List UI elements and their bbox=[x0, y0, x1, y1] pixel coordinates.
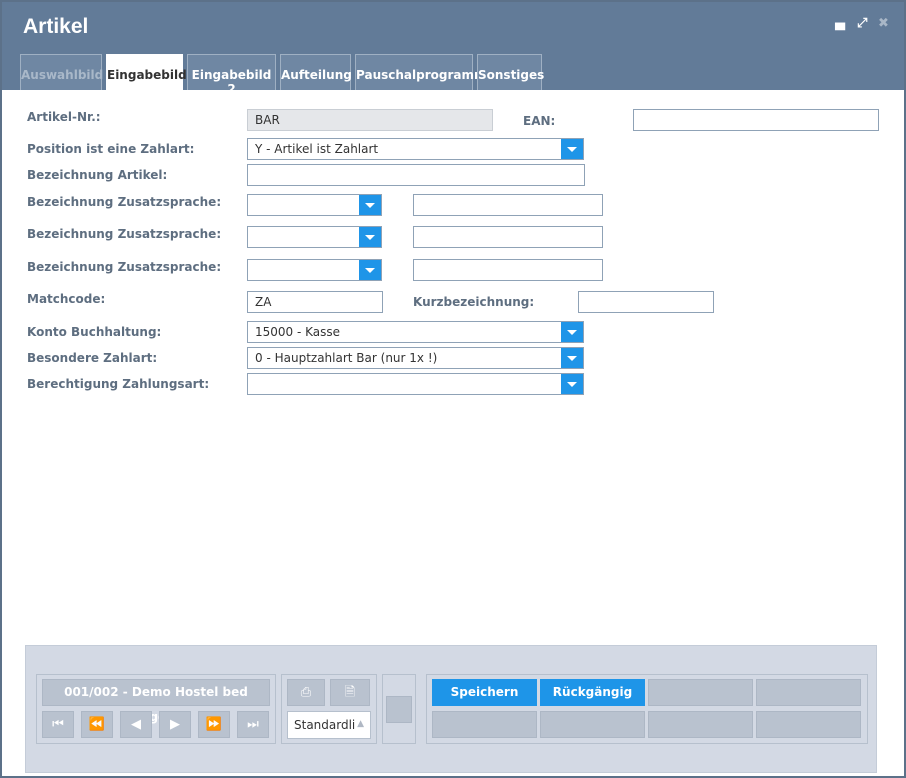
label-kurzbezeichnung: Kurzbezeichnung: bbox=[413, 295, 535, 309]
chevron-down-icon[interactable] bbox=[359, 227, 381, 247]
label-matchcode: Matchcode: bbox=[27, 292, 106, 306]
zahlart-select[interactable]: Y - Artikel ist Zahlart bbox=[247, 138, 584, 160]
action-group: Speichern Rückgängig bbox=[426, 674, 868, 744]
save-button[interactable]: Speichern bbox=[432, 679, 537, 706]
artikel-window: Artikel ▄ ⤢ ✖ Auswahlbild Eingabebild Ei… bbox=[0, 0, 906, 778]
konto-value: 15000 - Kasse bbox=[255, 325, 341, 339]
print-icon[interactable]: ⎙ bbox=[287, 679, 325, 706]
matchcode-field[interactable]: ZA bbox=[247, 291, 383, 313]
minimize-icon[interactable]: ▄ bbox=[835, 16, 845, 31]
label-zusatzsprache-1: Bezeichnung Zusatzsprache: bbox=[27, 195, 222, 209]
action-button-6[interactable] bbox=[540, 711, 645, 738]
label-artikel-nr: Artikel-Nr.: bbox=[27, 110, 101, 124]
zahlart-value: Y - Artikel ist Zahlart bbox=[255, 142, 379, 156]
konto-select[interactable]: 15000 - Kasse bbox=[247, 321, 584, 343]
chevron-down-icon[interactable] bbox=[561, 348, 583, 368]
navigation-group: 001/002 - Demo Hostel bed categories ⏮ ⏪… bbox=[36, 674, 276, 744]
fast-back-icon[interactable]: ⏪ bbox=[81, 711, 113, 738]
chevron-down-icon[interactable] bbox=[561, 139, 583, 159]
tab-pauschalprogramm[interactable]: Pauschalprogramm bbox=[355, 54, 487, 90]
action-button-5[interactable] bbox=[432, 711, 537, 738]
chevron-down-icon[interactable] bbox=[561, 322, 583, 342]
title-bar: Artikel ▄ ⤢ ✖ Auswahlbild Eingabebild Ei… bbox=[2, 2, 904, 96]
tab-sonstiges[interactable]: Sonstiges bbox=[477, 54, 544, 90]
close-icon[interactable]: ✖ bbox=[878, 16, 889, 31]
tab-aufteilung[interactable]: Aufteilung bbox=[280, 54, 352, 90]
list-template-value: Standardli bbox=[294, 718, 356, 732]
zusatzsprache-2-select[interactable] bbox=[247, 226, 382, 248]
chevron-up-icon: ▲ bbox=[357, 719, 364, 729]
previous-icon[interactable]: ◀ bbox=[120, 711, 152, 738]
zusatzsprache-1-select[interactable] bbox=[247, 194, 382, 216]
footer-toolbar: 001/002 - Demo Hostel bed categories ⏮ ⏪… bbox=[25, 645, 877, 773]
besondere-zahlart-select[interactable]: 0 - Hauptzahlart Bar (nur 1x !) bbox=[247, 347, 584, 369]
ean-field[interactable] bbox=[633, 109, 879, 131]
label-berechtigung: Berechtigung Zahlungsart: bbox=[27, 377, 210, 391]
label-konto: Konto Buchhaltung: bbox=[27, 325, 162, 339]
undo-button[interactable]: Rückgängig bbox=[540, 679, 645, 706]
label-besondere-zahlart: Besondere Zahlart: bbox=[27, 351, 158, 365]
list-template-select[interactable]: Standardli ▲ bbox=[287, 711, 371, 739]
kurzbezeichnung-field[interactable] bbox=[578, 291, 714, 313]
fast-forward-icon[interactable]: ⏩ bbox=[198, 711, 230, 738]
berechtigung-select[interactable] bbox=[247, 373, 584, 395]
label-zahlart: Position ist eine Zahlart: bbox=[27, 142, 195, 156]
artikel-nr-field[interactable]: BAR bbox=[247, 109, 493, 131]
label-zusatzsprache-2: Bezeichnung Zusatzsprache: bbox=[27, 227, 222, 241]
maximize-icon[interactable]: ⤢ bbox=[857, 16, 867, 31]
print-group: ⎙ 🗎 Standardli ▲ bbox=[281, 674, 377, 744]
tab-eingabebild-2[interactable]: Eingabebild 2 bbox=[187, 54, 276, 96]
label-zusatzsprache-3: Bezeichnung Zusatzsprache: bbox=[27, 260, 222, 274]
next-icon[interactable]: ▶ bbox=[159, 711, 191, 738]
extra-button[interactable] bbox=[386, 696, 412, 723]
action-button-8[interactable] bbox=[756, 711, 861, 738]
pdf-icon[interactable]: 🗎 bbox=[330, 679, 370, 706]
last-record-icon[interactable]: ⏭ bbox=[237, 711, 269, 738]
chevron-down-icon[interactable] bbox=[561, 374, 583, 394]
besondere-zahlart-value: 0 - Hauptzahlart Bar (nur 1x !) bbox=[255, 351, 438, 365]
action-button-3[interactable] bbox=[648, 679, 753, 706]
zusatzsprache-1-field[interactable] bbox=[413, 194, 603, 216]
label-ean: EAN: bbox=[523, 114, 556, 128]
tab-eingabebild[interactable]: Eingabebild bbox=[106, 54, 187, 90]
extra-group bbox=[382, 674, 416, 744]
action-button-4[interactable] bbox=[756, 679, 861, 706]
chevron-down-icon[interactable] bbox=[359, 195, 381, 215]
zusatzsprache-2-field[interactable] bbox=[413, 226, 603, 248]
label-bezeichnung: Bezeichnung Artikel: bbox=[27, 168, 168, 182]
zusatzsprache-3-select[interactable] bbox=[247, 259, 382, 281]
window-title: Artikel bbox=[23, 15, 89, 38]
chevron-down-icon[interactable] bbox=[359, 260, 381, 280]
tab-auswahlbild[interactable]: Auswahlbild bbox=[20, 54, 103, 90]
bezeichnung-field[interactable] bbox=[247, 164, 585, 186]
action-button-7[interactable] bbox=[648, 711, 753, 738]
record-indicator[interactable]: 001/002 - Demo Hostel bed categories bbox=[42, 679, 270, 724]
first-record-icon[interactable]: ⏮ bbox=[42, 711, 74, 738]
zusatzsprache-3-field[interactable] bbox=[413, 259, 603, 281]
